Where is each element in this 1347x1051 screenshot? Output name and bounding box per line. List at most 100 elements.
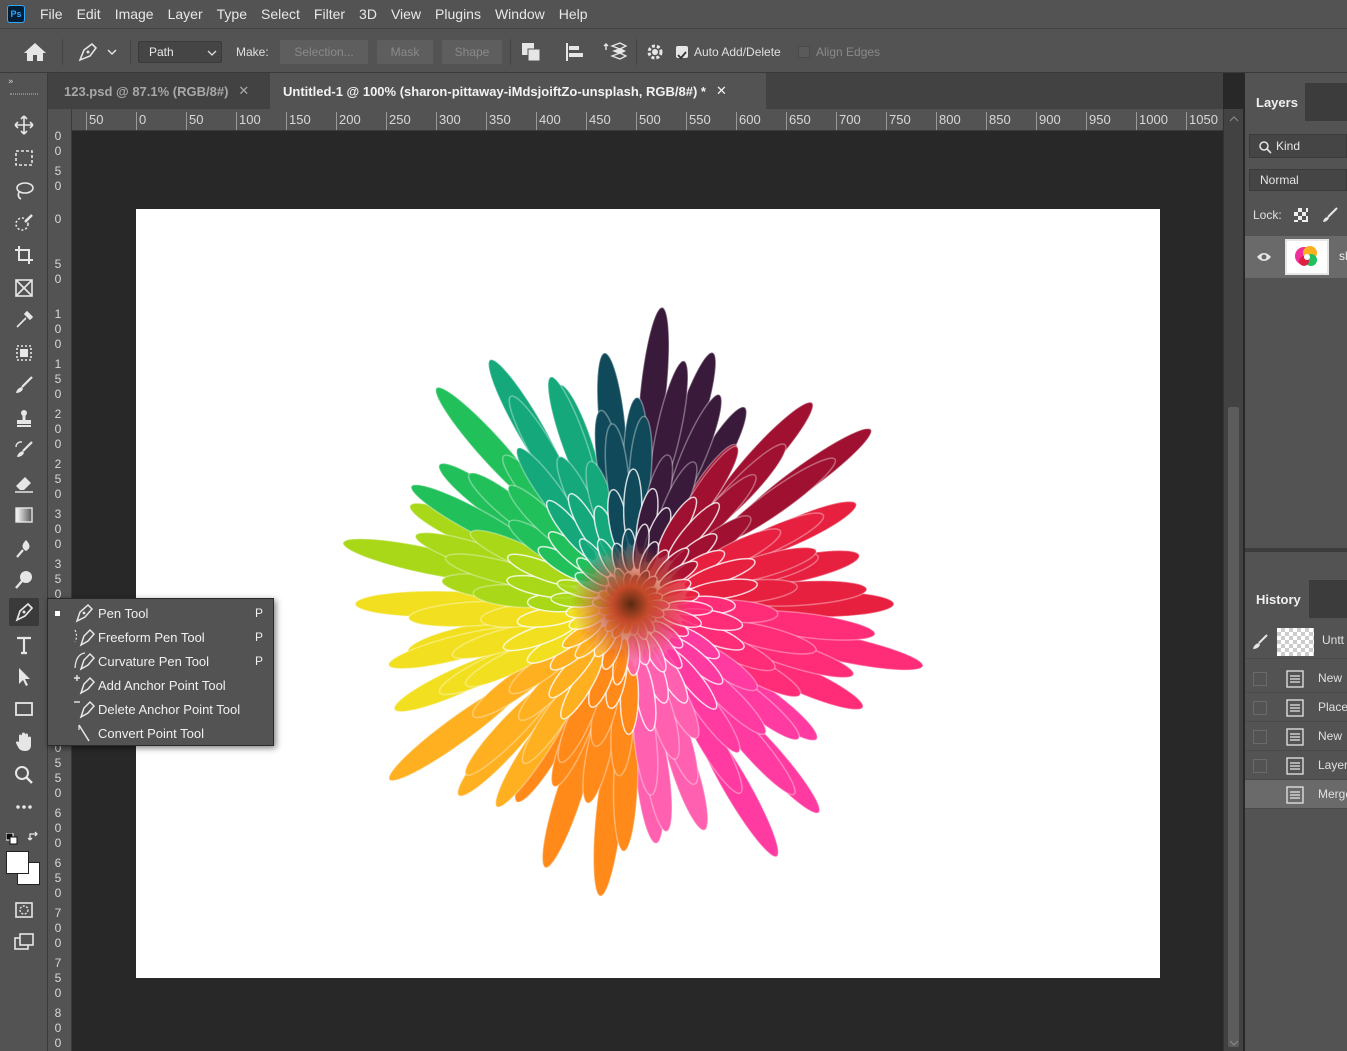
- rectangle-tool-icon[interactable]: [9, 695, 39, 723]
- auto-add-delete-label: Auto Add/Delete: [694, 45, 781, 59]
- horizontal-ruler[interactable]: 50 0 50 100 150 200 250 300 350 400 450 500 550 600 65…: [72, 109, 1223, 131]
- menu-type[interactable]: Type: [210, 0, 254, 28]
- menu-edit[interactable]: Edit: [70, 0, 108, 28]
- menu-3d[interactable]: 3D: [352, 0, 384, 28]
- spot-healing-tool-icon[interactable]: [9, 339, 39, 367]
- hand-tool-icon[interactable]: [9, 728, 39, 756]
- menu-help[interactable]: Help: [552, 0, 595, 28]
- history-item[interactable]: Layer: [1245, 751, 1347, 780]
- tab-layers[interactable]: Layers: [1245, 83, 1305, 121]
- make-selection-button[interactable]: Selection...: [280, 40, 368, 64]
- path-operations-icon[interactable]: [520, 41, 542, 67]
- mode-select[interactable]: Path: [138, 41, 222, 63]
- tab-untitled-1[interactable]: Untitled-1 @ 100% (sharon-pittaway-iMdsj…: [270, 73, 766, 109]
- ruler-tick-label: 800: [936, 112, 961, 130]
- quick-mask-icon[interactable]: [9, 896, 39, 924]
- flyout-item-pen[interactable]: Pen Tool P: [48, 601, 273, 625]
- more-tools-icon[interactable]: [9, 793, 39, 821]
- history-item[interactable]: Merge: [1245, 780, 1347, 809]
- screen-mode-icon[interactable]: [9, 928, 39, 956]
- scroll-down-icon[interactable]: [1229, 1039, 1239, 1047]
- history-source-checkbox[interactable]: [1253, 730, 1267, 744]
- history-item[interactable]: Place: [1245, 693, 1347, 722]
- frame-tool-icon[interactable]: [9, 274, 39, 302]
- make-shape-button[interactable]: Shape: [442, 40, 502, 64]
- flyout-item-curvature-pen[interactable]: Curvature Pen Tool P: [48, 649, 273, 673]
- ruler-tick-label: 0: [54, 921, 62, 935]
- eye-icon[interactable]: [1256, 251, 1272, 263]
- vertical-ruler[interactable]: 0050050100150200250300350055060065070075…: [48, 109, 72, 1051]
- lock-transparent-pixels-icon[interactable]: [1294, 208, 1308, 222]
- document-canvas[interactable]: [136, 209, 1160, 978]
- menu-image[interactable]: Image: [108, 0, 161, 28]
- path-selection-tool-icon[interactable]: [9, 663, 39, 691]
- history-brush-source-icon[interactable]: [1251, 633, 1269, 651]
- layer-row[interactable]: sl: [1245, 236, 1347, 278]
- close-icon[interactable]: ✕: [716, 83, 727, 99]
- clone-stamp-tool-icon[interactable]: [9, 404, 39, 432]
- flyout-item-convert-point[interactable]: Convert Point Tool: [48, 721, 273, 745]
- toolbar-grip[interactable]: [10, 93, 38, 95]
- lock-image-pixels-icon[interactable]: [1321, 206, 1339, 224]
- blur-tool-icon[interactable]: [9, 534, 39, 562]
- close-icon[interactable]: ✕: [238, 83, 249, 99]
- menu-layer[interactable]: Layer: [161, 0, 210, 28]
- align-edges-checkbox[interactable]: [798, 46, 810, 58]
- path-alignment-icon[interactable]: [563, 41, 585, 67]
- history-item[interactable]: New: [1245, 664, 1347, 693]
- canvas-area[interactable]: [72, 131, 1223, 1051]
- eyedropper-tool-icon[interactable]: [9, 306, 39, 334]
- ruler-tick-label: 5: [54, 771, 62, 785]
- auto-add-delete-checkbox[interactable]: [676, 46, 688, 60]
- history-source-checkbox[interactable]: [1253, 788, 1267, 802]
- blend-mode-select[interactable]: Normal: [1249, 169, 1347, 191]
- swap-colors-icon[interactable]: [27, 829, 41, 848]
- menu-filter[interactable]: Filter: [307, 0, 352, 28]
- menu-file[interactable]: File: [33, 0, 70, 28]
- menu-window[interactable]: Window: [488, 0, 552, 28]
- tab-history[interactable]: History: [1245, 580, 1309, 618]
- kind-filter[interactable]: Kind: [1249, 134, 1347, 158]
- gradient-tool-icon[interactable]: [9, 501, 39, 529]
- gear-icon[interactable]: [645, 42, 665, 66]
- flyout-item-delete-anchor[interactable]: Delete Anchor Point Tool: [48, 697, 273, 721]
- checkmark-icon: [677, 51, 687, 60]
- dodge-tool-icon[interactable]: [9, 566, 39, 594]
- history-state-icon: [1286, 786, 1304, 804]
- tool-preset-pen-icon[interactable]: [76, 40, 120, 68]
- menu-select[interactable]: Select: [254, 0, 307, 28]
- lasso-tool-icon[interactable]: [9, 176, 39, 204]
- pen-tool-icon[interactable]: [9, 598, 39, 626]
- history-source-checkbox[interactable]: [1253, 759, 1267, 773]
- zoom-tool-icon[interactable]: [9, 761, 39, 789]
- history-snapshot[interactable]: Untt: [1245, 623, 1347, 659]
- eraser-tool-icon[interactable]: [9, 469, 39, 497]
- marquee-tool-icon[interactable]: [9, 144, 39, 172]
- history-source-checkbox[interactable]: [1253, 672, 1267, 686]
- quick-selection-tool-icon[interactable]: [9, 209, 39, 237]
- ruler-tick-label: 8: [54, 1006, 62, 1020]
- history-item[interactable]: New: [1245, 722, 1347, 751]
- history-source-checkbox[interactable]: [1253, 701, 1267, 715]
- history-state-icon: [1286, 728, 1304, 746]
- photoshop-logo[interactable]: Ps: [7, 5, 25, 23]
- scrollbar-thumb[interactable]: [1228, 407, 1239, 1047]
- menu-plugins[interactable]: Plugins: [428, 0, 488, 28]
- brush-tool-icon[interactable]: [9, 371, 39, 399]
- make-mask-button[interactable]: Mask: [377, 40, 433, 64]
- foreground-color-swatch[interactable]: [6, 851, 29, 874]
- flyout-item-freeform-pen[interactable]: Freeform Pen Tool P: [48, 625, 273, 649]
- type-tool-icon[interactable]: [9, 631, 39, 659]
- menu-view[interactable]: View: [384, 0, 428, 28]
- scroll-up-icon[interactable]: [1229, 115, 1239, 123]
- home-icon[interactable]: [22, 41, 48, 67]
- path-arrangement-icon[interactable]: [602, 40, 628, 68]
- tab-123-psd[interactable]: 123.psd @ 87.1% (RGB/8#) ✕: [48, 73, 268, 109]
- flyout-item-add-anchor[interactable]: Add Anchor Point Tool: [48, 673, 273, 697]
- move-tool-icon[interactable]: [9, 111, 39, 139]
- vertical-scrollbar[interactable]: [1223, 109, 1243, 1051]
- history-brush-tool-icon[interactable]: [9, 436, 39, 464]
- crop-tool-icon[interactable]: [9, 241, 39, 269]
- default-colors-icon[interactable]: [5, 830, 18, 849]
- expand-toolbar-icon[interactable]: »: [8, 77, 14, 87]
